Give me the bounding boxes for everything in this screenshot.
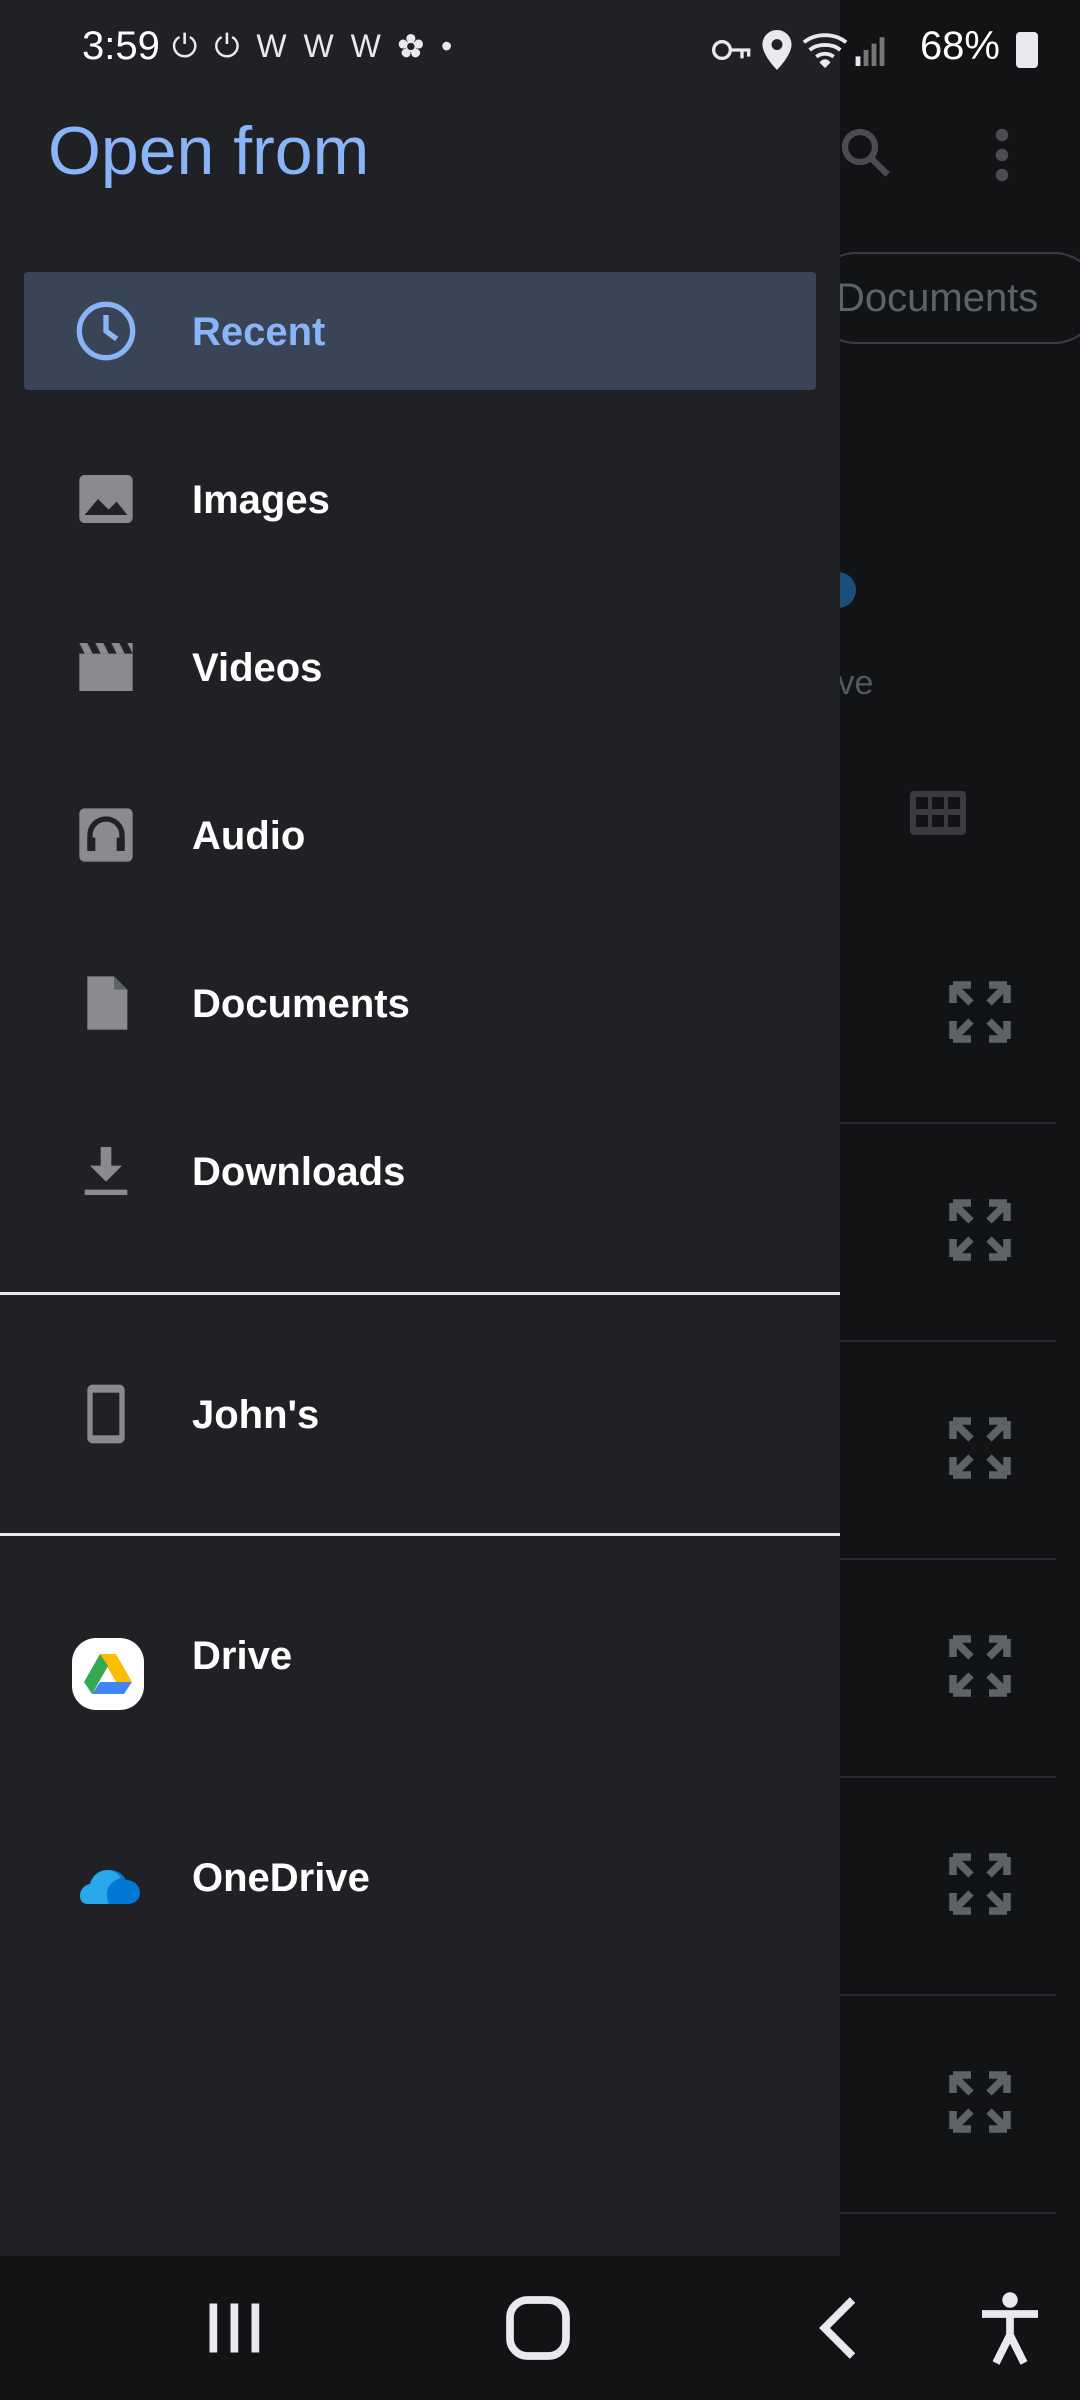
nav-item-label: Images <box>192 478 330 522</box>
onedrive-icon <box>80 1870 140 1904</box>
navigation-drawer: Open from Recent Images Videos Audio Doc… <box>0 0 840 2256</box>
battery-icon <box>1016 32 1038 68</box>
home-button[interactable] <box>496 2286 580 2370</box>
list-item <box>840 1558 1056 1778</box>
video-icon <box>79 643 133 691</box>
nav-item-label: Drive <box>192 1634 293 1678</box>
nav-item-device[interactable]: John's <box>24 1355 816 1473</box>
nav-item-label: Videos <box>192 646 323 690</box>
nav-item-recent[interactable]: Recent <box>24 272 816 390</box>
back-button[interactable] <box>800 2286 884 2370</box>
list-item <box>840 1994 1056 2214</box>
google-drive-icon <box>72 1638 144 1710</box>
location-icon <box>762 30 792 70</box>
image-icon <box>79 475 133 523</box>
status-time: 3:59 <box>82 24 160 68</box>
nav-item-documents[interactable]: Documents <box>24 944 816 1062</box>
accessibility-icon[interactable] <box>968 2286 1052 2370</box>
battery-percent: 68% <box>919 24 1000 68</box>
expand-icon <box>949 1635 1011 1697</box>
nav-item-drive[interactable]: Drive <box>24 1614 816 1732</box>
documents-chip: Documents <box>810 252 1080 344</box>
notification-icons: ⏻ ⏻ W W W ✿ • <box>172 28 457 64</box>
nav-item-label: John's <box>192 1393 320 1437</box>
grid-view-icon <box>910 791 966 835</box>
nav-item-downloads[interactable]: Downloads <box>24 1112 816 1230</box>
phone-icon <box>87 1384 125 1444</box>
divider <box>0 1292 840 1295</box>
search-icon <box>841 128 890 177</box>
list-item <box>840 1340 1056 1560</box>
signal-icon <box>855 37 885 66</box>
nav-item-label: OneDrive <box>192 1856 370 1900</box>
expand-icon <box>949 1853 1011 1915</box>
nav-item-label: Audio <box>192 814 306 858</box>
list-item <box>840 1122 1056 1342</box>
download-icon <box>84 1147 128 1195</box>
wifi-icon <box>802 33 848 69</box>
audio-icon <box>79 808 133 862</box>
nav-item-onedrive[interactable]: OneDrive <box>24 1816 816 1934</box>
nav-item-images[interactable]: Images <box>24 440 816 558</box>
nav-item-label: Downloads <box>192 1150 406 1194</box>
drawer-title: Open from <box>48 113 370 189</box>
nav-item-videos[interactable]: Videos <box>24 608 816 726</box>
nav-item-label: Documents <box>192 982 410 1026</box>
status-bar: 3:59 ⏻ ⏻ W W W ✿ • 68% <box>0 0 1080 100</box>
nav-item-audio[interactable]: Audio <box>24 776 816 894</box>
expand-icon <box>949 1417 1011 1479</box>
system-nav-bar <box>0 2256 1080 2400</box>
expand-icon <box>949 1199 1011 1261</box>
more-options-icon <box>995 128 1009 182</box>
vpn-key-icon <box>712 40 751 60</box>
clock-icon <box>76 301 136 361</box>
recent-apps-button[interactable] <box>192 2286 276 2370</box>
nav-item-label: Recent <box>192 310 326 354</box>
expand-icon <box>949 981 1011 1043</box>
expand-icon <box>949 2071 1011 2133</box>
list-item <box>840 1776 1056 1996</box>
document-icon <box>87 976 128 1030</box>
list-item <box>840 904 1056 1124</box>
divider <box>0 1533 840 1536</box>
